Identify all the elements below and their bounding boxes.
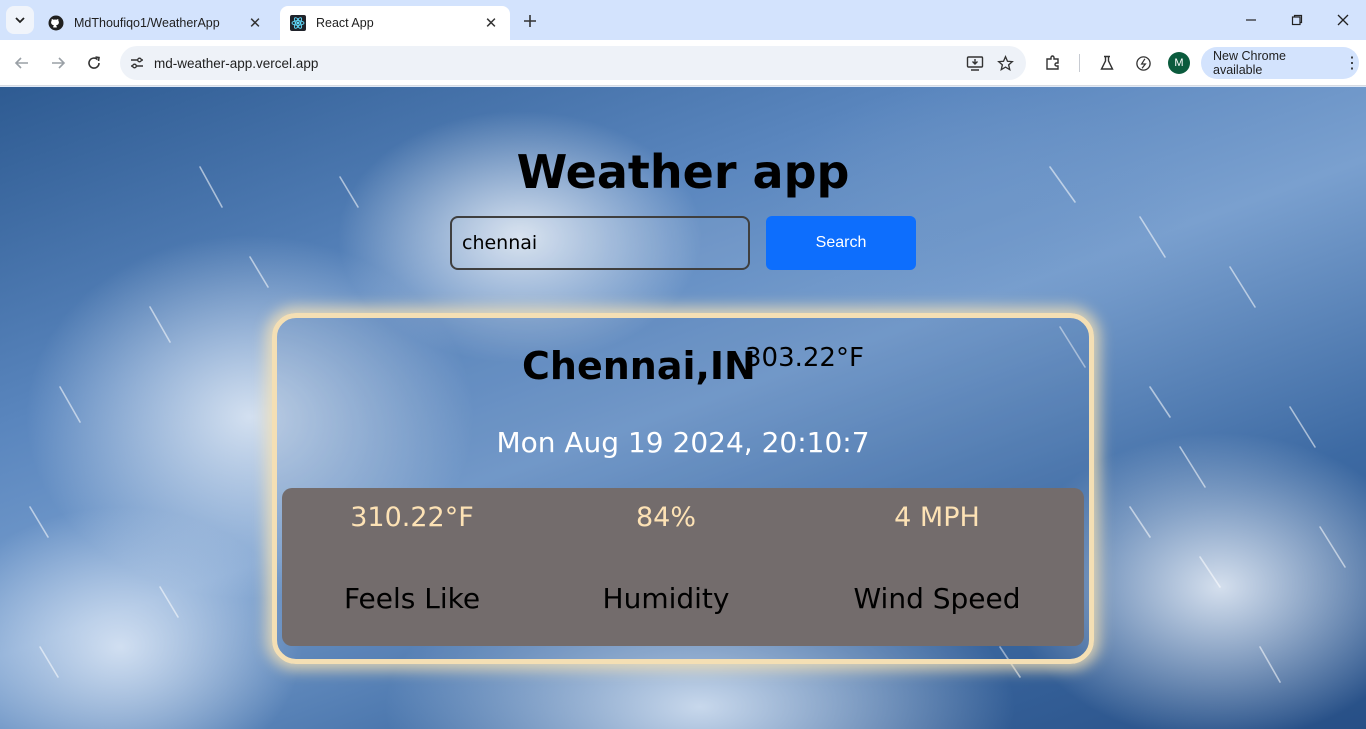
puzzle-icon bbox=[1046, 55, 1059, 70]
bookmark-button[interactable] bbox=[990, 48, 1020, 78]
date-time: Mon Aug 19 2024, 20:10:7 bbox=[496, 426, 870, 459]
tab-search-button[interactable] bbox=[6, 6, 34, 34]
feels-like-label: Feels Like bbox=[343, 582, 481, 615]
install-icon bbox=[966, 56, 984, 71]
browser-toolbar: md-weather-app.vercel.app M New Chrome a… bbox=[0, 40, 1366, 86]
performance-button[interactable] bbox=[1130, 50, 1156, 76]
star-icon bbox=[996, 54, 1014, 71]
close-icon[interactable]: ✕ bbox=[246, 14, 264, 32]
restore-button[interactable] bbox=[1285, 8, 1309, 32]
tab-react-app[interactable]: React App ✕ bbox=[280, 6, 510, 40]
new-tab-button[interactable] bbox=[518, 9, 542, 33]
app-title: Weather app bbox=[516, 145, 850, 199]
close-window-button[interactable] bbox=[1331, 8, 1355, 32]
update-label: New Chrome available bbox=[1213, 49, 1286, 77]
search-button[interactable]: Search bbox=[766, 216, 916, 270]
wind-speed-value: 4 MPH bbox=[894, 502, 980, 533]
city-search-input[interactable] bbox=[450, 216, 750, 270]
close-icon bbox=[1337, 14, 1349, 26]
chevron-down-icon bbox=[15, 17, 25, 24]
speedometer-leaf-icon bbox=[1135, 55, 1151, 71]
reload-icon bbox=[88, 56, 100, 69]
wind-speed-label: Wind Speed bbox=[853, 582, 1021, 615]
tune-icon bbox=[131, 57, 143, 69]
tab-github[interactable]: MdThoufiqo1/WeatherApp ✕ bbox=[38, 6, 274, 40]
react-icon bbox=[290, 15, 306, 31]
toolbar-divider bbox=[1079, 54, 1080, 72]
humidity-value: 84% bbox=[635, 502, 696, 533]
restore-icon bbox=[1291, 14, 1303, 26]
update-chrome-button[interactable]: New Chrome available ⋮ bbox=[1201, 47, 1360, 79]
back-button[interactable] bbox=[9, 50, 35, 76]
forward-button[interactable] bbox=[45, 50, 71, 76]
reload-button[interactable] bbox=[81, 50, 107, 76]
feels-like-value: 310.22°F bbox=[350, 502, 474, 533]
back-arrow-icon bbox=[14, 57, 28, 69]
install-app-button[interactable] bbox=[960, 48, 990, 78]
url-text: md-weather-app.vercel.app bbox=[154, 55, 319, 71]
github-icon bbox=[48, 15, 64, 31]
profile-avatar[interactable]: M bbox=[1168, 52, 1190, 74]
labs-button[interactable] bbox=[1094, 50, 1120, 76]
tab-title: React App bbox=[316, 16, 374, 30]
tab-strip: MdThoufiqo1/WeatherApp ✕ React App ✕ bbox=[0, 0, 1366, 40]
weather-stats-panel: 310.22°F 84% 4 MPH Feels Like Humidity W… bbox=[282, 488, 1084, 646]
temperature: 303.22°F bbox=[745, 343, 864, 373]
plus-icon bbox=[524, 15, 536, 27]
flask-icon bbox=[1100, 55, 1114, 70]
close-icon[interactable]: ✕ bbox=[482, 14, 500, 32]
city-name: Chennai,IN bbox=[522, 344, 756, 388]
page-viewport: Weather app Search Chennai,IN 303.22°F M… bbox=[0, 87, 1366, 729]
tab-title: MdThoufiqo1/WeatherApp bbox=[74, 16, 220, 30]
humidity-label: Humidity bbox=[602, 582, 730, 615]
more-menu-icon: ⋮ bbox=[1344, 55, 1360, 72]
extensions-button[interactable] bbox=[1040, 50, 1066, 76]
forward-arrow-icon bbox=[52, 57, 66, 69]
weather-card: Chennai,IN 303.22°F Mon Aug 19 2024, 20:… bbox=[272, 313, 1094, 664]
minimize-icon bbox=[1246, 19, 1256, 21]
address-bar[interactable]: md-weather-app.vercel.app bbox=[120, 46, 1026, 80]
site-info-button[interactable] bbox=[120, 55, 154, 71]
minimize-button[interactable] bbox=[1239, 8, 1263, 32]
